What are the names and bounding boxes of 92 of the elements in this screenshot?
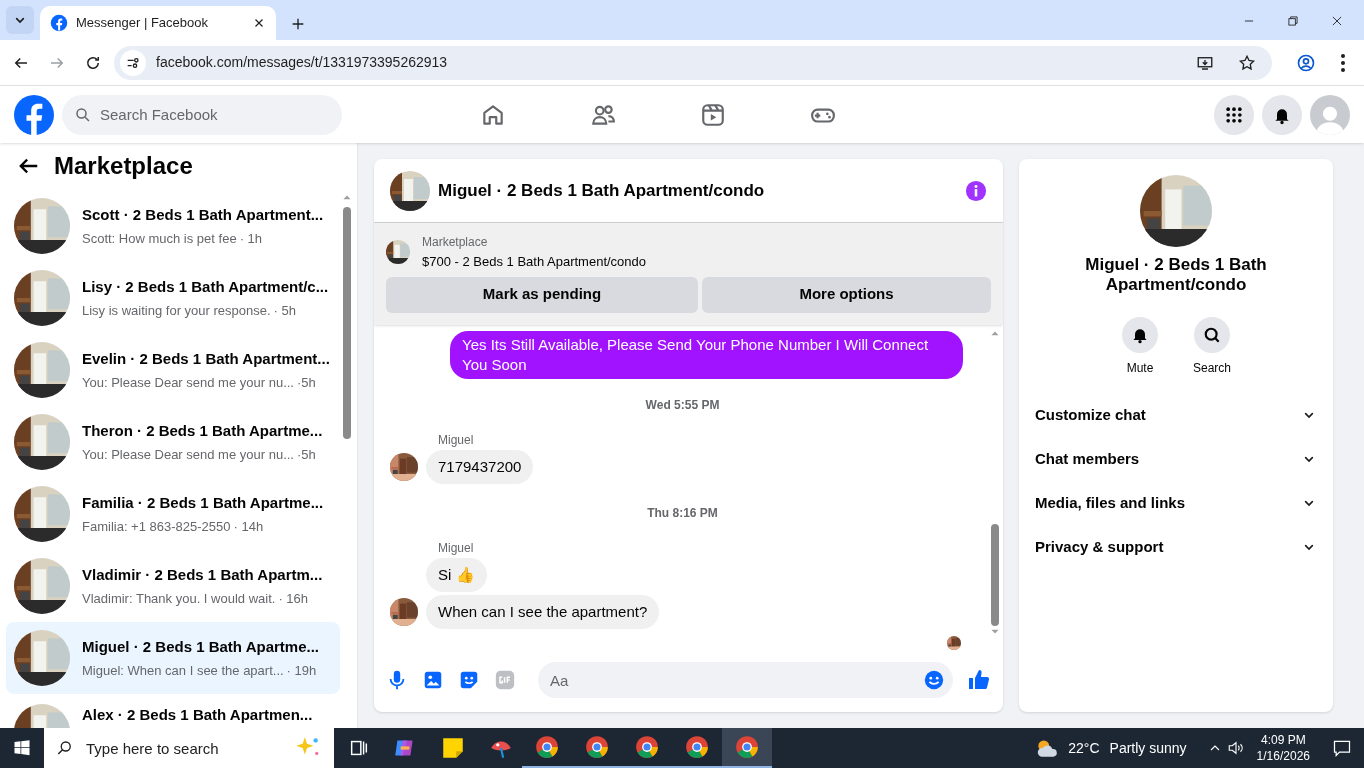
message-time: · 19h xyxy=(286,662,317,680)
facebook-logo-icon xyxy=(50,14,68,32)
message-input-field[interactable]: Aa xyxy=(538,662,953,698)
menu-button[interactable] xyxy=(1214,94,1254,135)
message-timestamp: Thu 8:16 PM xyxy=(647,505,718,521)
sidebar-title: Marketplace xyxy=(54,151,193,181)
incoming-message: Si 👍 xyxy=(426,558,487,592)
scrollbar-thumb[interactable] xyxy=(343,207,351,439)
message-time: ·5h xyxy=(297,446,316,464)
emoji-icon xyxy=(923,669,945,691)
profile-icon xyxy=(1296,52,1316,73)
section-item[interactable]: Privacy & support xyxy=(1035,525,1317,569)
chrome-icon xyxy=(734,734,760,760)
menu-icon xyxy=(1341,53,1345,72)
scrollbar-thumb[interactable] xyxy=(991,524,999,626)
sender-name: Miguel xyxy=(438,433,474,447)
tab-list-button[interactable] xyxy=(6,6,34,34)
outgoing-message: Yes Its Still Available, Please Send Your Phone Number I Will Connect You Soon xyxy=(450,331,963,379)
url-text: facebook.com/messages/t/1331973395262913 xyxy=(156,53,449,72)
message-preview: Lisy is waiting for your response. xyxy=(82,302,271,320)
mute-button[interactable] xyxy=(1122,317,1158,353)
taskbar-search-field[interactable]: Type here to search xyxy=(44,728,334,768)
message-time: · 1h xyxy=(239,230,263,248)
search-button[interactable] xyxy=(1194,317,1230,353)
scroll-up-icon xyxy=(342,193,352,201)
notification-icon xyxy=(1332,738,1352,758)
message-time: · 16h xyxy=(278,590,309,608)
thumbs-up-icon xyxy=(967,668,991,692)
listing-action-button[interactable]: Mark as pending xyxy=(386,276,698,313)
search-icon xyxy=(74,105,92,124)
gif-icon xyxy=(494,669,516,691)
action-label: Search xyxy=(1193,360,1231,377)
chrome-icon xyxy=(684,734,710,760)
conversation-title: Lisy · 2 Beds 1 Bath Apartment/c... xyxy=(82,276,329,297)
clock-time: 4:09 PM xyxy=(1260,732,1306,748)
conversation-title: Scott · 2 Beds 1 Bath Apartment... xyxy=(82,204,324,225)
incoming-message: When can I see the apartment? xyxy=(426,595,660,629)
notifications-button[interactable] xyxy=(1262,94,1302,135)
section-item[interactable]: Media, files and links xyxy=(1035,481,1317,525)
section-item[interactable]: Customize chat xyxy=(1035,393,1317,437)
message-preview: You: Please Dear send me your nu... xyxy=(82,446,294,464)
sticky-notes-icon xyxy=(440,735,466,761)
sender-name: Miguel xyxy=(438,541,474,555)
weather-text: Partly sunny xyxy=(1109,738,1187,758)
close-icon xyxy=(1330,14,1344,28)
sticker-icon xyxy=(458,669,480,691)
tab-title: Messenger | Facebook xyxy=(76,14,209,33)
chrome-icon xyxy=(534,734,560,760)
temperature-text: 22°C xyxy=(1068,738,1100,758)
message-time: · 5h xyxy=(273,302,296,320)
info-icon xyxy=(965,179,987,202)
star-icon xyxy=(1238,53,1256,72)
conversation-title: Theron · 2 Beds 1 Bath Apartme... xyxy=(82,420,323,441)
message-preview: Miguel: When can I see the apart... xyxy=(82,662,284,680)
listing-action-button[interactable]: More options xyxy=(702,276,991,313)
image-icon xyxy=(422,669,444,691)
restore-icon xyxy=(1286,14,1300,28)
message-time: ·5h xyxy=(297,374,316,392)
message-preview: You: Please Dear send me your nu... xyxy=(82,374,294,392)
action-label: Mute xyxy=(1126,360,1154,377)
message-preview: Scott: How much is pet fee xyxy=(82,230,237,248)
conversation-item[interactable]: Miguel · 2 Beds 1 Bath Apartme... Miguel: When can I see the apart... · 19h xyxy=(6,622,340,694)
video-icon xyxy=(700,101,726,128)
message-time: · 14h xyxy=(233,518,264,536)
chat-title: Miguel · 2 Beds 1 Bath Apartment/condo xyxy=(438,179,766,202)
windows-logo-icon xyxy=(13,739,31,757)
conversation-title: Evelin · 2 Beds 1 Bath Apartment... xyxy=(82,348,330,369)
conversation-title: Alex · 2 Beds 1 Bath Apartmen... xyxy=(82,705,313,725)
conversation-title: Miguel · 2 Beds 1 Bath Apartme... xyxy=(82,636,319,657)
listing-label: Marketplace xyxy=(422,234,489,251)
address-bar[interactable]: facebook.com/messages/t/1331973395262913 xyxy=(114,45,1272,80)
search-icon xyxy=(56,739,74,757)
listing-title: $700 - 2 Beds 1 Bath Apartment/condo xyxy=(422,253,647,271)
incoming-message: 7179437200 xyxy=(426,450,534,484)
chrome-icon xyxy=(634,734,660,760)
message-timestamp: Wed 5:55 PM xyxy=(645,397,720,413)
conversation-title: Vladimir · 2 Beds 1 Bath Apartm... xyxy=(82,564,323,585)
search-icon xyxy=(1202,325,1222,345)
chrome-icon xyxy=(584,734,610,760)
scroll-down-icon xyxy=(990,628,1000,636)
grid-menu-icon xyxy=(1224,104,1244,125)
speaker-icon xyxy=(1226,739,1245,757)
new-tab-icon xyxy=(290,16,306,32)
browser-tab[interactable]: Messenger | Facebook xyxy=(40,6,276,40)
search-field[interactable]: Search Facebook xyxy=(62,94,342,135)
contact-name: Miguel · 2 Beds 1 Bath Apartment/condo xyxy=(1084,255,1268,295)
message-preview: Vladimir: Thank you. I would wait. xyxy=(82,590,276,608)
clock-date: 1/16/2026 xyxy=(1256,748,1310,764)
message-preview: Familia: +1 863-825-2550 xyxy=(82,518,231,536)
section-item[interactable]: Chat members xyxy=(1035,437,1317,481)
facebook-logo-icon xyxy=(14,94,54,135)
conversation-title: Familia · 2 Beds 1 Bath Apartme... xyxy=(82,492,324,513)
